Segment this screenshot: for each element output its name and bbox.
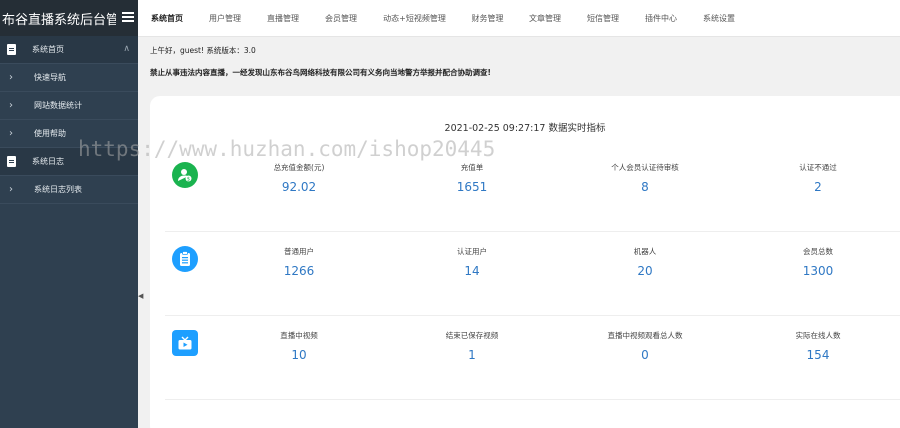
sidebar-item-home[interactable]: 系统首页 ∧	[0, 36, 138, 64]
sidebar-item-label: 使用帮助	[34, 129, 66, 138]
stat-pending-verification: 个人会员认证待审核 8	[585, 162, 705, 194]
stat-total-recharge: 总充值金额(元) 92.02	[239, 162, 359, 194]
stat-robots: 机器人 20	[585, 246, 705, 278]
clipboard-icon	[172, 246, 198, 272]
tab-finance[interactable]: 财务管理	[459, 0, 516, 37]
stat-recharge-orders: 充值单 1651	[412, 162, 532, 194]
tab-settings[interactable]: 系统设置	[690, 0, 748, 37]
money-user-icon: $	[172, 162, 198, 188]
stat-normal-users: 普通用户 1266	[239, 246, 359, 278]
stat-value: 1651	[456, 180, 488, 194]
sidebar-item-label: 网站数据统计	[34, 101, 82, 110]
tab-articles[interactable]: 文章管理	[516, 0, 574, 37]
menu-toggle-icon[interactable]	[122, 11, 134, 23]
stat-label: 普通用户	[284, 247, 314, 256]
stat-online-users: 实际在线人数 154	[758, 330, 878, 362]
sidebar-item-label: 系统首页	[32, 45, 64, 54]
sidebar-item-system-log[interactable]: 系统日志	[0, 148, 138, 176]
sidebar-nav: 系统首页 ∧ › 快速导航 › 网站数据统计 › 使用帮助 系统日志 › 系统日…	[0, 36, 138, 204]
chevron-up-icon: ∧	[123, 44, 130, 54]
stat-label: 结束已保存视频	[445, 331, 499, 340]
chevron-right-icon: ›	[9, 100, 13, 111]
tab-plugins[interactable]: 插件中心	[632, 0, 690, 37]
brand-title: 布谷直播系统后台管理	[2, 12, 116, 28]
stat-label: 认证用户	[457, 247, 487, 256]
greeting-text: 上午好，guest! 系统版本：3.0	[150, 46, 256, 55]
stat-label: 会员总数	[803, 247, 833, 256]
stat-saved-videos: 结束已保存视频 1	[412, 330, 532, 362]
stat-label: 认证不通过	[799, 163, 837, 172]
stat-value: 1266	[283, 264, 315, 278]
tab-sms[interactable]: 短信管理	[574, 0, 632, 37]
sidebar-item-site-stats[interactable]: › 网站数据统计	[0, 92, 138, 120]
chevron-right-icon: ›	[9, 72, 13, 83]
notice-area: 上午好，guest! 系统版本：3.0 禁止从事违法内容直播，一经发现山东布谷鸟…	[150, 42, 900, 80]
svg-text:$: $	[187, 176, 190, 182]
tab-members[interactable]: 会员管理	[312, 0, 370, 37]
sidebar: 布谷直播系统后台管理 系统首页 ∧ › 快速导航 › 网站数据统计 › 使用帮助…	[0, 0, 138, 428]
stat-label: 个人会员认证待审核	[611, 163, 679, 172]
stat-label: 直播中视频观看总人数	[607, 331, 683, 340]
warning-text: 禁止从事违法内容直播，一经发现山东布谷鸟网络科技有限公司有义务向当地警方举报并配…	[150, 68, 491, 77]
sidebar-item-log-list[interactable]: › 系统日志列表	[0, 176, 138, 204]
stat-value: 10	[291, 348, 307, 362]
tab-dynamics-videos[interactable]: 动态+短视频管理	[370, 0, 459, 37]
document-icon	[0, 44, 22, 55]
stat-label: 直播中视频	[280, 331, 318, 340]
stat-label: 实际在线人数	[795, 331, 841, 340]
tab-users[interactable]: 用户管理	[196, 0, 254, 37]
tv-icon	[172, 330, 198, 356]
sidebar-item-help[interactable]: › 使用帮助	[0, 120, 138, 148]
stat-label: 机器人	[633, 247, 657, 256]
document-icon	[0, 156, 22, 167]
chevron-right-icon: ›	[9, 184, 13, 195]
stats-row-finance: $ 总充值金额(元) 92.02 充值单 1651 个人会员认证待审核 8 认证…	[165, 162, 900, 232]
top-tab-bar: 系统首页 用户管理 直播管理 会员管理 动态+短视频管理 财务管理 文章管理 短…	[138, 0, 900, 37]
stat-total-members: 会员总数 1300	[758, 246, 878, 278]
stat-verified-users: 认证用户 14	[412, 246, 532, 278]
stat-live-videos: 直播中视频 10	[239, 330, 359, 362]
stats-row-live: 直播中视频 10 结束已保存视频 1 直播中视频观看总人数 0 实际在线人数 1…	[165, 330, 900, 400]
sidebar-item-label: 系统日志	[32, 157, 64, 166]
stat-verification-rejected: 认证不通过 2	[758, 162, 878, 194]
stat-value: 92.02	[281, 180, 317, 194]
stat-value: 0	[641, 348, 649, 362]
stat-value: 154	[806, 348, 830, 362]
sidebar-item-label: 快速导航	[34, 73, 66, 82]
stat-label: 总充值金额(元)	[273, 163, 325, 172]
sidebar-collapse-handle[interactable]: ◀	[138, 291, 143, 301]
stats-row-users: 普通用户 1266 认证用户 14 机器人 20 会员总数 1300	[165, 246, 900, 316]
stat-live-viewers: 直播中视频观看总人数 0	[585, 330, 705, 362]
stat-value: 8	[641, 180, 649, 194]
stat-value: 1	[468, 348, 476, 362]
tab-live[interactable]: 直播管理	[254, 0, 312, 37]
sidebar-item-quick-nav[interactable]: › 快速导航	[0, 64, 138, 92]
stat-value: 14	[464, 264, 480, 278]
brand-header: 布谷直播系统后台管理	[0, 0, 138, 36]
stat-value: 20	[637, 264, 653, 278]
stat-value: 2	[814, 180, 822, 194]
chevron-right-icon: ›	[9, 128, 13, 139]
stat-value: 1300	[802, 264, 834, 278]
stat-label: 充值单	[460, 163, 484, 172]
sidebar-item-label: 系统日志列表	[34, 185, 82, 194]
panel-title: 2021-02-25 09:27:17 数据实时指标	[444, 123, 606, 134]
tab-home[interactable]: 系统首页	[138, 0, 196, 37]
stats-panel: 2021-02-25 09:27:17 数据实时指标 $ 总充值金额(元) 92…	[150, 96, 900, 428]
